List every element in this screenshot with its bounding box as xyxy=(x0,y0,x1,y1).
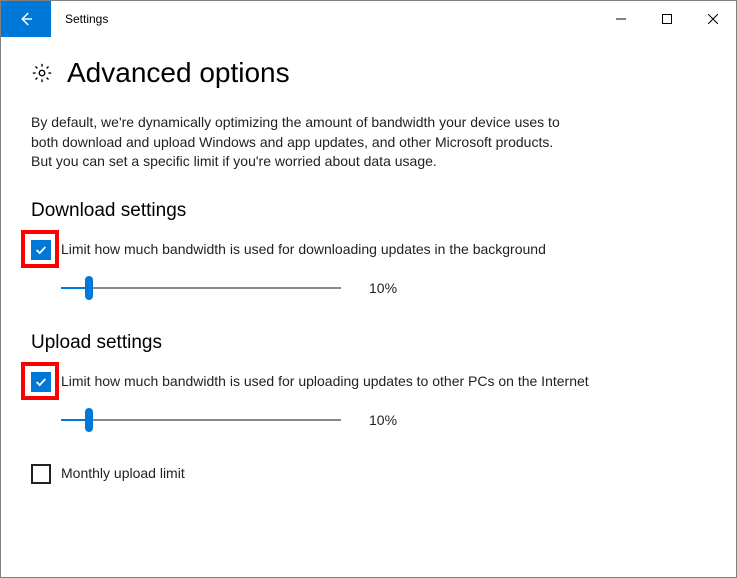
intro-text: By default, we're dynamically optimizing… xyxy=(31,113,571,172)
maximize-button[interactable] xyxy=(644,1,690,37)
upload-limit-row: Limit how much bandwidth is used for upl… xyxy=(31,372,706,392)
checkmark-icon xyxy=(34,243,48,257)
content-area: Advanced options By default, we're dynam… xyxy=(1,37,736,500)
titlebar: Settings xyxy=(1,1,736,37)
slider-track xyxy=(61,419,341,421)
download-bandwidth-slider[interactable] xyxy=(61,276,341,300)
close-button[interactable] xyxy=(690,1,736,37)
download-slider-value: 10% xyxy=(369,280,397,296)
arrow-left-icon xyxy=(17,10,35,28)
checkmark-icon xyxy=(34,375,48,389)
download-slider-row: 10% xyxy=(31,276,706,300)
upload-limit-checkbox[interactable] xyxy=(31,372,51,392)
upload-bandwidth-slider[interactable] xyxy=(61,408,341,432)
window-controls xyxy=(598,1,736,37)
slider-thumb xyxy=(85,276,93,300)
upload-section: Upload settings Limit how much bandwidth… xyxy=(31,332,706,484)
page-heading-row: Advanced options xyxy=(31,57,706,89)
download-limit-checkbox[interactable] xyxy=(31,240,51,260)
settings-window: Settings Advanced options By default, we… xyxy=(0,0,737,578)
close-icon xyxy=(708,14,718,24)
window-title: Settings xyxy=(51,1,598,37)
slider-thumb xyxy=(85,408,93,432)
monthly-limit-checkbox[interactable] xyxy=(31,464,51,484)
download-section: Download settings Limit how much bandwid… xyxy=(31,200,706,300)
upload-limit-label: Limit how much bandwidth is used for upl… xyxy=(61,372,589,392)
monthly-limit-row: Monthly upload limit xyxy=(31,464,706,484)
monthly-limit-label: Monthly upload limit xyxy=(61,464,185,484)
upload-slider-value: 10% xyxy=(369,412,397,428)
download-section-title: Download settings xyxy=(31,200,706,222)
back-button[interactable] xyxy=(1,1,51,37)
upload-section-title: Upload settings xyxy=(31,332,706,354)
minimize-icon xyxy=(616,14,626,24)
download-limit-label: Limit how much bandwidth is used for dow… xyxy=(61,240,546,260)
download-limit-row: Limit how much bandwidth is used for dow… xyxy=(31,240,706,260)
maximize-icon xyxy=(662,14,672,24)
page-title: Advanced options xyxy=(67,57,290,89)
upload-slider-row: 10% xyxy=(31,408,706,432)
gear-icon xyxy=(31,62,53,84)
slider-track xyxy=(61,287,341,289)
minimize-button[interactable] xyxy=(598,1,644,37)
